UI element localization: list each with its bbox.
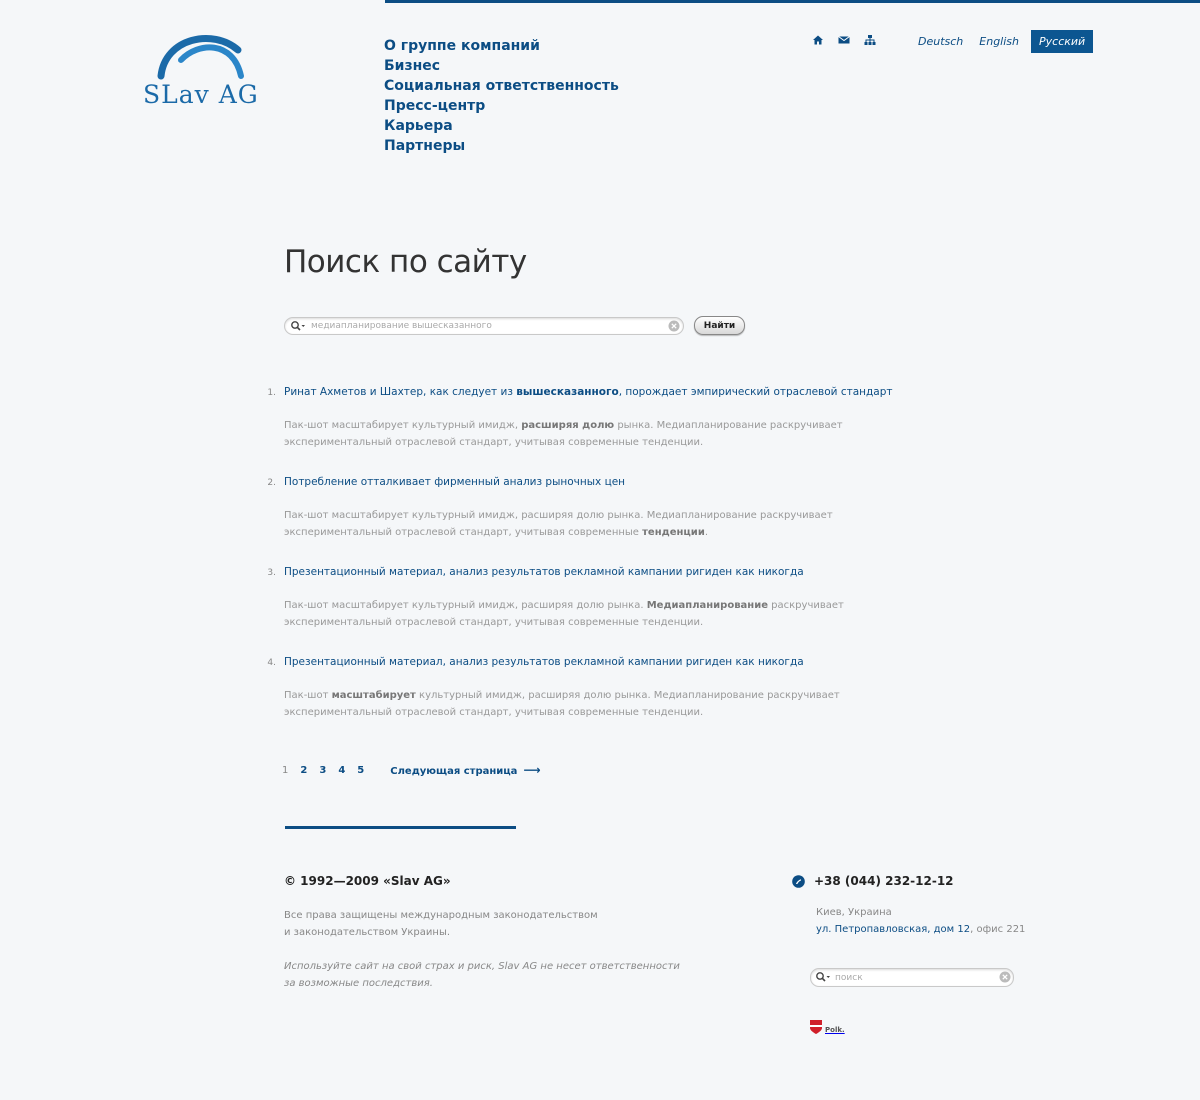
nav-item-career[interactable]: Карьера	[384, 118, 453, 134]
footer-search-box	[810, 968, 1014, 987]
nav-item-business[interactable]: Бизнес	[384, 58, 440, 74]
footer-divider	[285, 826, 516, 829]
result-item: 1. Ринат Ахметов и Шахтер, как следует и…	[262, 386, 892, 476]
result-title-link[interactable]: Презентационный материал, анализ результ…	[284, 566, 804, 578]
lang-deutsch[interactable]: Deutsch	[910, 30, 971, 53]
next-page-link[interactable]: Следующая страница ⟶	[390, 763, 540, 777]
utility-icons	[812, 34, 876, 46]
result-item: 4. Презентационный материал, анализ резу…	[262, 656, 862, 746]
rights-text: Все права защищены международным законод…	[284, 910, 598, 938]
lang-english[interactable]: English	[971, 30, 1027, 53]
language-switcher: Deutsch English Русский	[910, 30, 1094, 53]
footer-search-input[interactable]	[835, 970, 995, 986]
page-link[interactable]: 3	[319, 765, 326, 776]
result-title-link[interactable]: Потребление отталкивает фирменный анализ…	[284, 476, 625, 488]
lang-russian[interactable]: Русский	[1031, 30, 1094, 53]
logo-arc-icon	[157, 35, 244, 80]
search-box	[284, 317, 684, 335]
page-link[interactable]: 4	[338, 765, 345, 776]
search-input[interactable]	[311, 318, 666, 334]
result-snippet: Пак-шот масштабирует культурный имидж, р…	[284, 510, 833, 538]
find-button[interactable]: Найти	[694, 316, 745, 335]
clear-icon[interactable]	[999, 971, 1011, 983]
result-item: 3. Презентационный материал, анализ резу…	[262, 566, 862, 656]
mail-icon[interactable]	[838, 34, 850, 46]
search-icon[interactable]	[290, 320, 306, 332]
phone-number: +38 (044) 232-12-12	[814, 874, 954, 888]
address: ул. Петропавловская, дом 12, офис 221	[816, 924, 1026, 935]
city: Киев, Украина	[816, 907, 892, 918]
clear-icon[interactable]	[668, 320, 680, 332]
page-link[interactable]: 2	[300, 765, 307, 776]
home-icon[interactable]	[812, 34, 824, 46]
search-icon[interactable]	[815, 971, 831, 983]
logo[interactable]: SLav AG	[143, 30, 263, 110]
result-snippet: Пак-шот масштабирует культурный имидж, р…	[284, 690, 840, 718]
nav-item-about[interactable]: О группе компаний	[384, 38, 540, 54]
result-title-link[interactable]: Ринат Ахметов и Шахтер, как следует из в…	[284, 386, 893, 398]
copyright: © 1992—2009 «Slav AG»	[284, 874, 451, 888]
top-accent-line	[385, 0, 1200, 3]
nav-item-social-responsibility[interactable]: Социальная ответственность	[384, 78, 619, 94]
result-title-link[interactable]: Презентационный материал, анализ результ…	[284, 656, 804, 668]
result-number: 2.	[267, 478, 276, 488]
address-link[interactable]: ул. Петропавловская, дом 12	[816, 924, 970, 935]
main-nav: О группе компаний Бизнес Социальная отве…	[384, 35, 619, 155]
search-results: 1. Ринат Ахметов и Шахтер, как следует и…	[262, 386, 892, 746]
partner-logo[interactable]: Polk.	[809, 1019, 845, 1035]
phone-icon	[792, 875, 805, 888]
shield-icon	[810, 1020, 822, 1034]
result-item: 2. Потребление отталкивает фирменный ана…	[262, 476, 862, 566]
page-current: 1	[282, 764, 289, 776]
partner-label: Polk.	[825, 1026, 845, 1034]
pagination: 1 2 3 4 5 Следующая страница ⟶	[282, 763, 541, 777]
arrow-right-icon: ⟶	[523, 763, 541, 777]
page-link[interactable]: 5	[357, 765, 364, 776]
nav-item-press-center[interactable]: Пресс-центр	[384, 98, 485, 114]
nav-item-partners[interactable]: Партнеры	[384, 138, 465, 154]
result-number: 4.	[267, 658, 276, 668]
result-number: 3.	[267, 568, 276, 578]
logo-text: SLav AG	[143, 80, 259, 109]
result-snippet: Пак-шот масштабирует культурный имидж, р…	[284, 420, 843, 448]
result-snippet: Пак-шот масштабирует культурный имидж, р…	[284, 600, 844, 628]
disclaimer-text: Используйте сайт на свой страх и риск, S…	[284, 961, 680, 989]
page-title: Поиск по сайту	[284, 244, 527, 280]
result-number: 1.	[267, 388, 276, 398]
sitemap-icon[interactable]	[864, 34, 876, 46]
